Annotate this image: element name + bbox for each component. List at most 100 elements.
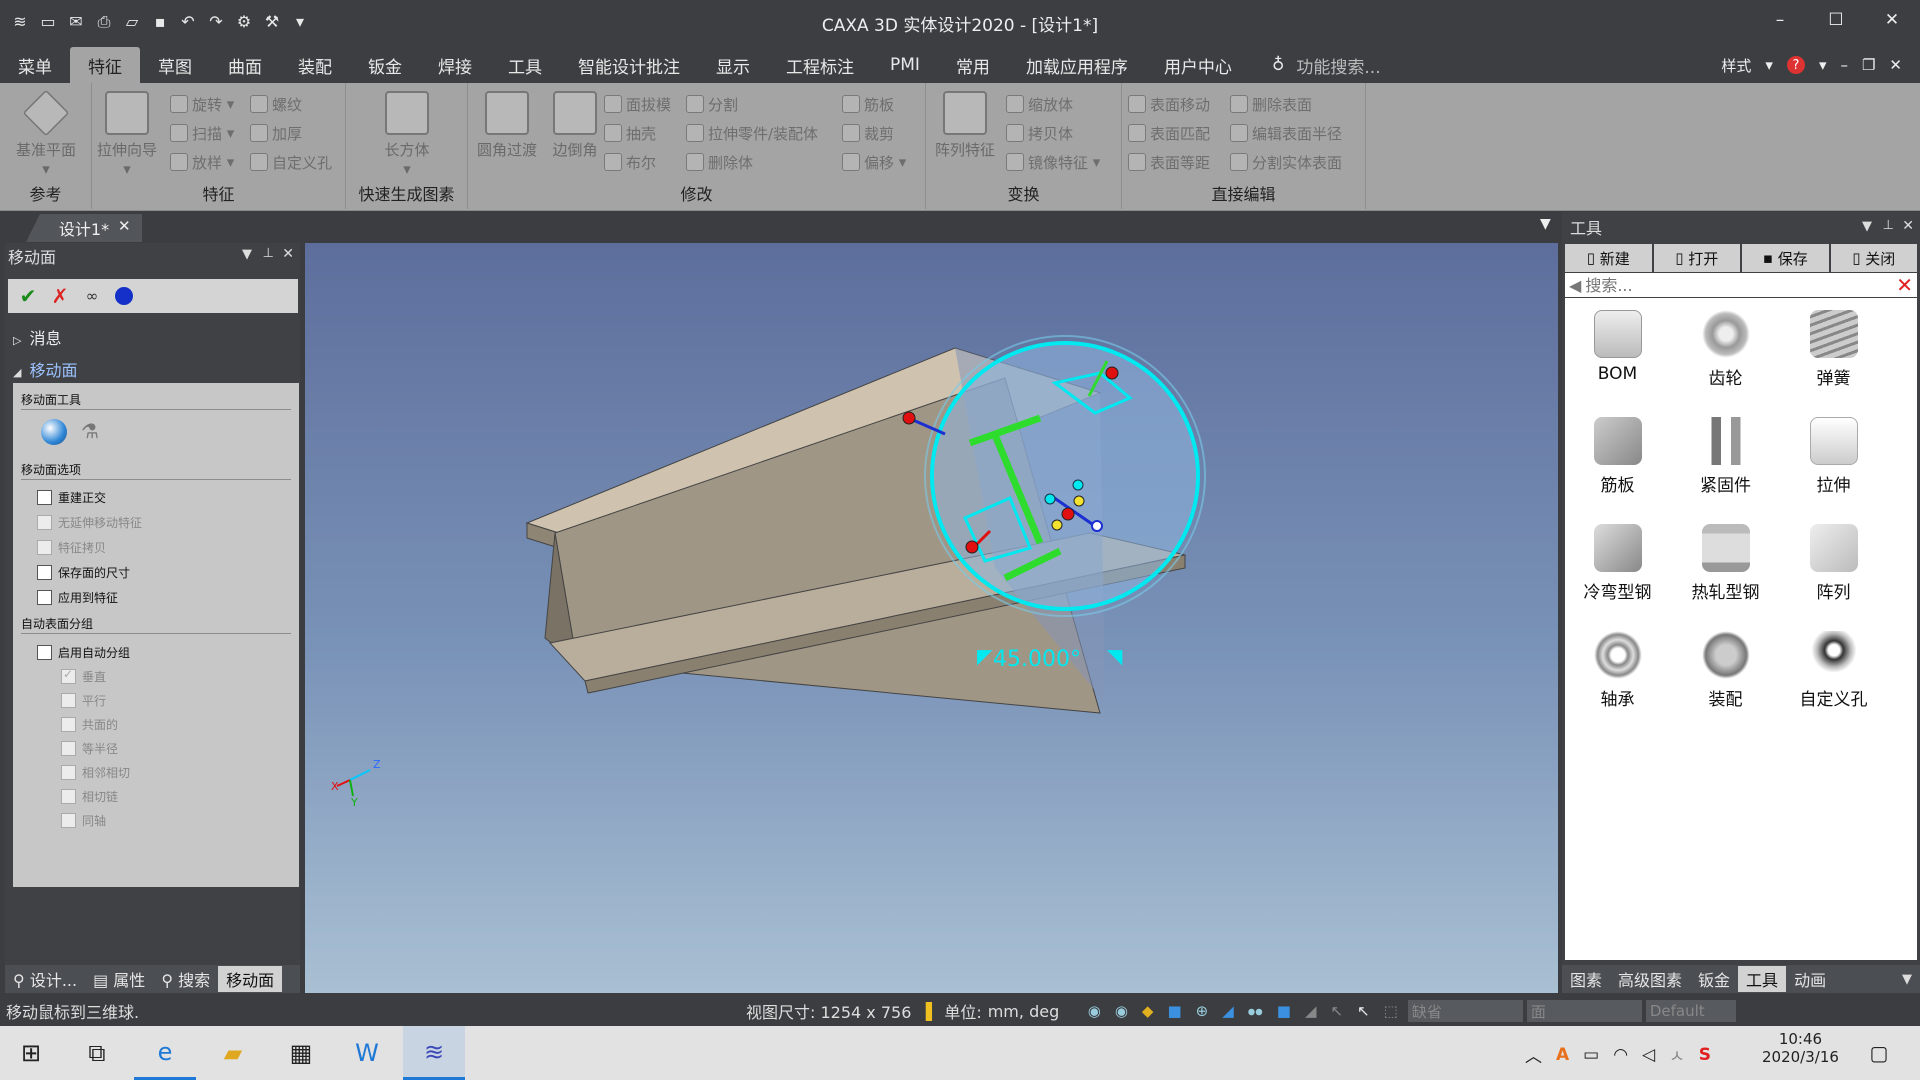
tool-bearing[interactable]: 轴承 <box>1565 631 1670 710</box>
edge-select-icon[interactable]: ⦁⦁ <box>1248 1002 1263 1020</box>
pointer-icon[interactable]: ↖ <box>1357 1002 1370 1020</box>
preview-glasses-icon[interactable]: ∞ <box>80 284 104 308</box>
filter-combo-3[interactable]: Default <box>1645 1000 1736 1022</box>
open-folder-icon[interactable]: ▱ <box>119 9 145 35</box>
filter-combo-2[interactable]: 面 <box>1526 1000 1642 1022</box>
help-blue-icon[interactable] <box>112 284 136 308</box>
split-face-button[interactable]: 分割实体表面 <box>1230 149 1342 175</box>
loft-button[interactable]: 放样 ▾ <box>170 149 234 175</box>
boolean-button[interactable]: 布尔 <box>604 149 656 175</box>
tab-tools[interactable]: 工具 <box>490 47 560 83</box>
tab-engineering-dim[interactable]: 工程标注 <box>768 47 872 83</box>
close-tab-icon[interactable]: ✕ <box>118 217 131 235</box>
three-d-ball-tool-icon[interactable] <box>41 419 67 445</box>
custom-hole-button[interactable]: 自定义孔 <box>250 149 332 175</box>
point-handle-cyan-1[interactable] <box>1044 493 1056 505</box>
battery-icon[interactable]: ▭ <box>1583 1045 1599 1065</box>
align-tool-icon[interactable]: ⚗ <box>77 419 103 445</box>
help-dropdown-icon[interactable]: ▾ <box>1819 56 1827 74</box>
angle-left-arrow[interactable]: ◤ <box>977 644 993 668</box>
tab-tools-library[interactable]: 工具 <box>1738 966 1787 992</box>
wifi-icon[interactable]: ◠ <box>1613 1045 1628 1065</box>
revolve-button[interactable]: 旋转 ▾ <box>170 91 234 117</box>
assembly-tool-icon[interactable]: ⚒ <box>259 9 285 35</box>
delete-body-button[interactable]: 删除体 <box>686 149 753 175</box>
axis-end-bottom[interactable] <box>965 540 979 554</box>
start-windows-icon[interactable]: ⊞ <box>0 1026 62 1080</box>
style-menu[interactable]: 样式 <box>1721 55 1751 76</box>
axis-end-left[interactable] <box>902 411 916 425</box>
confirm-check-icon[interactable]: ✔ <box>16 284 40 308</box>
trim-button[interactable]: 裁剪 <box>842 120 894 146</box>
tangent-chain-checkbox[interactable]: 相切链 <box>61 788 118 805</box>
tab-display[interactable]: 显示 <box>698 47 768 83</box>
minimize-button[interactable]: – <box>1752 0 1808 40</box>
select-box-icon[interactable]: ⬚ <box>1384 1002 1398 1020</box>
style-dropdown-icon[interactable]: ▾ <box>1765 56 1773 74</box>
equal-radius-checkbox[interactable]: 等半径 <box>61 740 118 757</box>
doc-minimize-icon[interactable]: – <box>1840 56 1848 74</box>
assembly-view-icon[interactable]: ⊕ <box>1196 1002 1209 1020</box>
display-mode-icon[interactable]: ◉ <box>1115 1002 1128 1020</box>
tab-menu[interactable]: 菜单 <box>0 47 70 83</box>
feature-search[interactable]: ♁ 功能搜索... <box>1250 47 1399 83</box>
new-catalog-button[interactable]: ▯ 新建 <box>1565 244 1652 272</box>
center-handle[interactable] <box>1061 507 1075 521</box>
design-tree-icon[interactable]: ⚙ <box>231 9 257 35</box>
open-catalog-button[interactable]: ▯ 打开 <box>1653 244 1740 272</box>
save-face-size-checkbox[interactable]: 保存面的尺寸 <box>37 564 130 581</box>
app-logo-icon[interactable]: ≋ <box>7 9 33 35</box>
cancel-x-icon[interactable]: ✗ <box>48 284 72 308</box>
tool-assembly[interactable]: 装配 <box>1673 631 1778 710</box>
tool-pattern[interactable]: 阵列 <box>1781 524 1886 603</box>
tab-properties[interactable]: ▤ 属性 <box>85 967 153 991</box>
tool-bom[interactable]: BOM <box>1565 310 1670 384</box>
mail-icon[interactable]: ✉ <box>63 9 89 35</box>
feature-copy-checkbox[interactable]: 特征拷贝 <box>37 539 106 556</box>
enable-auto-group-checkbox[interactable]: 启用自动分组 <box>37 644 130 661</box>
tab-design-tree[interactable]: ⚲ 设计... <box>5 967 85 991</box>
tray-expand-icon[interactable]: ︿ <box>1525 1042 1542 1067</box>
clock[interactable]: 10:46 2020/3/16 <box>1762 1030 1839 1066</box>
tool-extrude[interactable]: 拉伸 <box>1781 417 1886 496</box>
box-button[interactable]: 长方体 ▾ <box>372 91 442 178</box>
draft-button[interactable]: 面拔模 <box>604 91 671 117</box>
thicken-button[interactable]: 加厚 <box>250 120 302 146</box>
tools-search-input[interactable] <box>1585 275 1897 295</box>
perpendicular-checkbox[interactable]: ✓ 垂直 <box>61 667 106 685</box>
parallel-checkbox[interactable]: 平行 <box>61 692 106 709</box>
no-extend-feature-checkbox[interactable]: 无延伸移动特征 <box>37 514 142 531</box>
split-button[interactable]: 分割 <box>686 91 738 117</box>
tab-move-face[interactable]: 移动面 <box>218 966 283 992</box>
tool-rib[interactable]: 筋板 <box>1565 417 1670 496</box>
filter-combo-1[interactable]: 缺省 <box>1407 1000 1523 1022</box>
doc-close-icon[interactable]: ✕ <box>1889 56 1902 74</box>
file-explorer-icon[interactable]: ▰ <box>202 1026 264 1080</box>
point-handle-blue[interactable] <box>1091 520 1103 532</box>
undo-icon[interactable]: ↶ <box>175 9 201 35</box>
filter-icon[interactable]: ◢ <box>1305 1002 1317 1020</box>
chamfer-button[interactable]: 边倒角 <box>540 91 610 160</box>
tab-sheet-metal[interactable]: 钣金 <box>350 47 420 83</box>
help-icon[interactable]: ? <box>1786 56 1805 74</box>
tool-cold-formed-steel[interactable]: 冷弯型钢 <box>1565 524 1670 603</box>
panel-menu-icon[interactable]: ▼ <box>242 247 252 262</box>
extrude-wizard-button[interactable]: 拉伸向导 ▾ <box>92 91 162 178</box>
tab-feature[interactable]: 特征 <box>70 47 140 83</box>
input-method-icon[interactable]: ㅅ <box>1669 1042 1685 1067</box>
tab-sheet-metal-library[interactable]: 钣金 <box>1690 967 1738 991</box>
save-catalog-button[interactable]: ▪ 保存 <box>1742 244 1829 272</box>
close-catalog-button[interactable]: ▯ 关闭 <box>1830 244 1917 272</box>
match-face-button[interactable]: 表面匹配 <box>1128 120 1210 146</box>
mirror-feature-button[interactable]: 镜像特征 ▾ <box>1006 149 1100 175</box>
redo-icon[interactable]: ↷ <box>203 9 229 35</box>
part-icon[interactable]: ◆ <box>1142 1002 1154 1020</box>
customize-dropdown-icon[interactable]: ▾ <box>287 9 313 35</box>
tools-close-icon[interactable]: ✕ <box>1902 218 1914 234</box>
back-arrow-icon[interactable]: ◀ <box>1569 276 1581 295</box>
offset-face-button[interactable]: 表面等距 <box>1128 149 1210 175</box>
tool-fastener[interactable]: 紧固件 <box>1673 417 1778 496</box>
rebuild-orthogonal-checkbox[interactable]: 重建正交 <box>37 489 106 506</box>
pattern-feature-button[interactable]: 阵列特征 <box>930 91 1000 160</box>
tool-hot-rolled-steel[interactable]: 热轧型钢 <box>1673 524 1778 603</box>
